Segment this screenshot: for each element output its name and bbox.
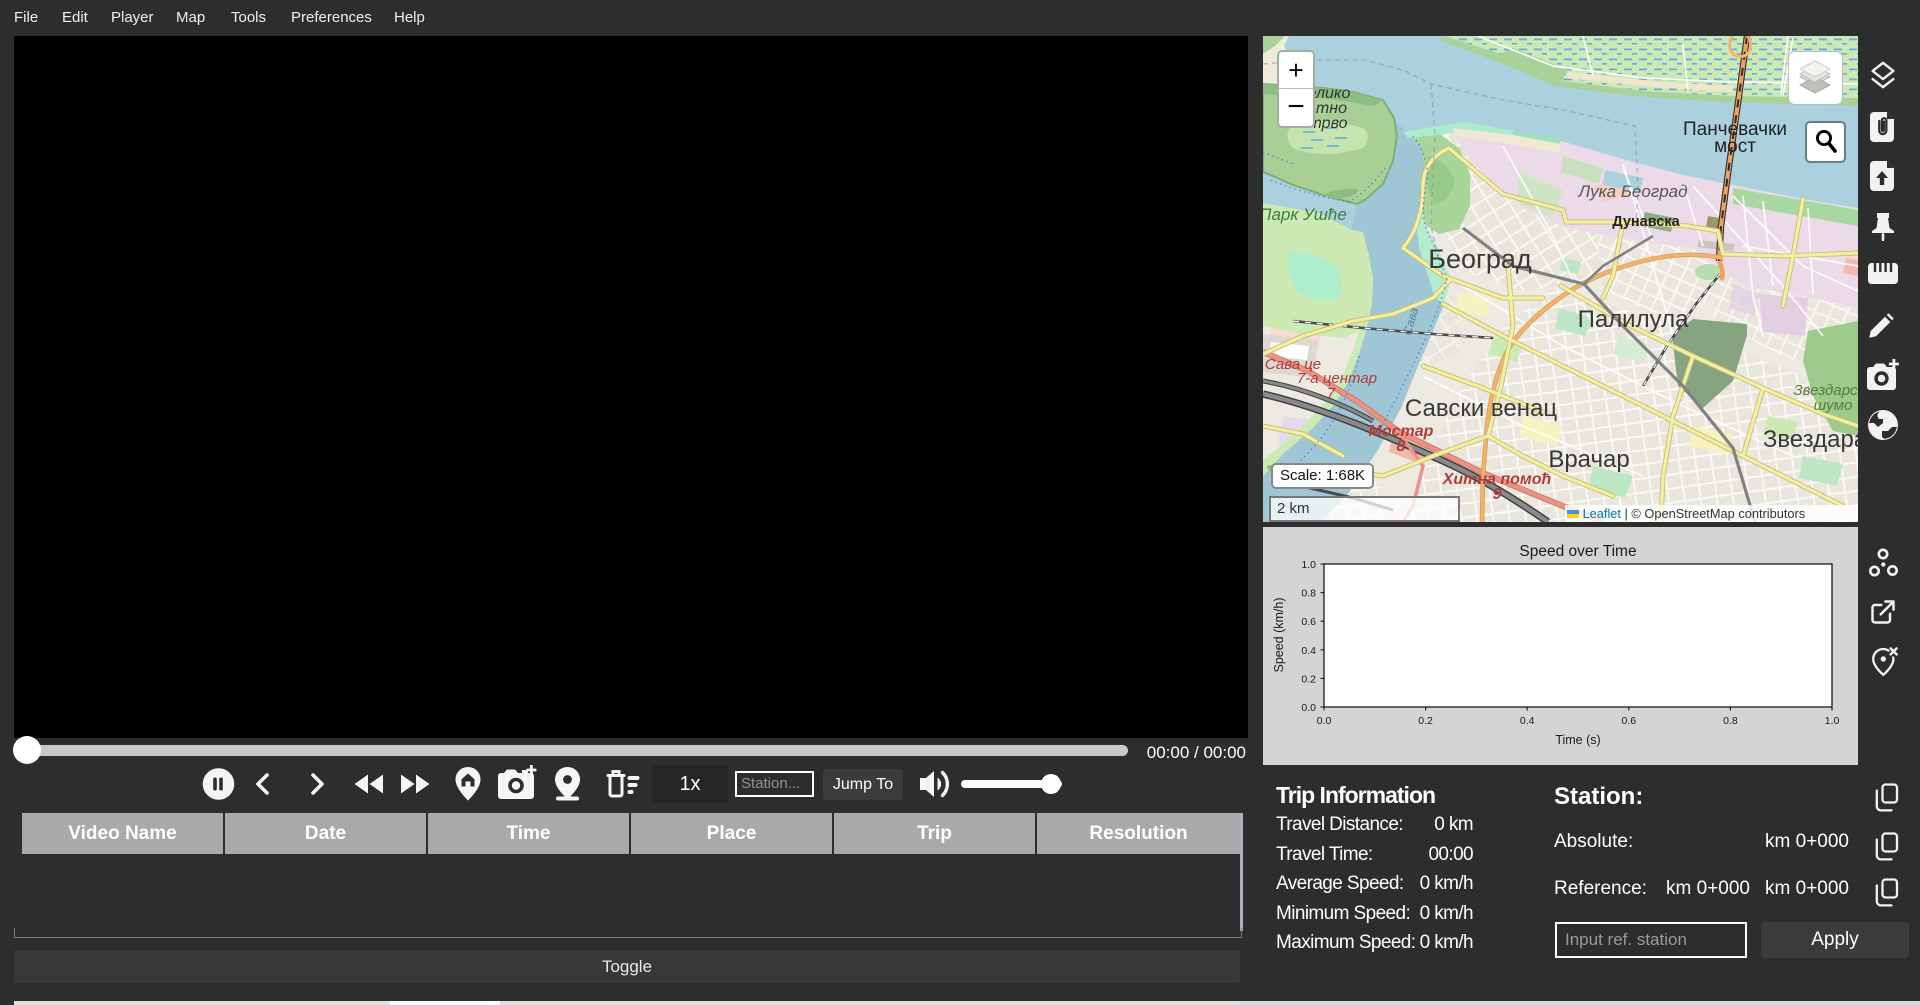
svg-text:0.8: 0.8 [1301,588,1316,600]
svg-text:0.6: 0.6 [1621,715,1636,727]
svg-text:0.6: 0.6 [1301,616,1316,628]
svg-text:0.2: 0.2 [1418,715,1433,727]
svg-text:Савски венац: Савски венац [1405,395,1557,422]
svg-text:0.4: 0.4 [1301,645,1316,657]
svg-text:1.0: 1.0 [1301,559,1316,571]
svg-text:Лука Београд: Лука Београд [1577,182,1687,201]
svg-text:0.2: 0.2 [1301,673,1316,685]
svg-text:шумо: шумо [1814,397,1853,414]
svg-text:0.4: 0.4 [1520,715,1535,727]
svg-text:Палилула: Палилула [1578,306,1689,333]
svg-text:0.0: 0.0 [1301,702,1316,714]
svg-text:Звездара: Звездара [1763,426,1858,453]
svg-text:0.8: 0.8 [1723,715,1738,727]
svg-text:Врачар: Врачар [1548,446,1629,473]
svg-text:Speed over Time: Speed over Time [1519,543,1636,560]
svg-text:1.0: 1.0 [1825,715,1840,727]
svg-text:Београд: Београд [1428,244,1532,274]
svg-text:Дунавска: Дунавска [1612,214,1680,230]
svg-text:0.0: 0.0 [1317,715,1332,727]
svg-text:Парк Ушће: Парк Ушће [1263,205,1347,224]
svg-text:Speed (km/h): Speed (km/h) [1272,597,1286,672]
svg-text:Time (s): Time (s) [1555,733,1600,747]
svg-text:мост: мост [1714,136,1756,157]
svg-text:7: 7 [1327,385,1336,402]
svg-text:9: 9 [1493,486,1502,503]
svg-text:7-а центар: 7-а центар [1297,370,1377,387]
svg-text:8: 8 [1397,438,1406,455]
